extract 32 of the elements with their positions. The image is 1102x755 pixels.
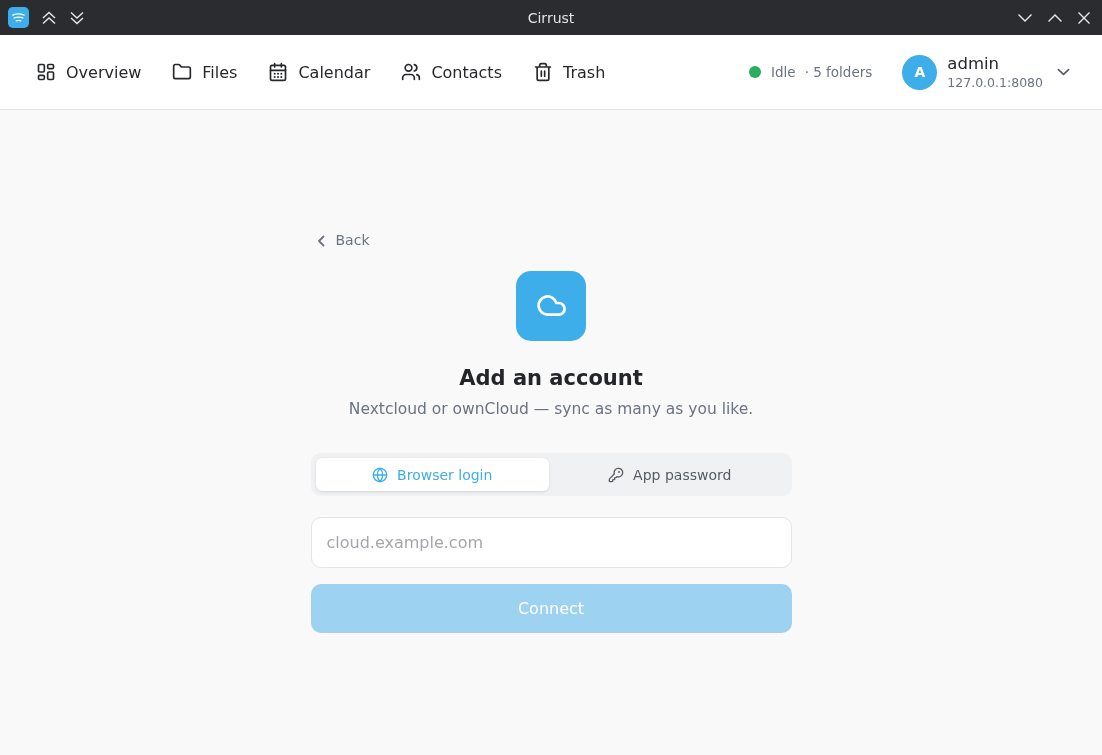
nav-item[interactable]: Trash	[533, 58, 610, 86]
page-heading: Add an account	[458, 365, 644, 392]
nav-item[interactable]: Contacts	[401, 58, 506, 86]
server-url-field[interactable]: cloud.example.com	[310, 517, 792, 568]
account-name: admin	[947, 53, 1001, 75]
page-subtitle: Nextcloud or ownCloud — sync as many as you like.	[347, 399, 755, 420]
key-icon	[608, 466, 625, 483]
folder-count: · 5 folders	[804, 64, 873, 80]
login-method-tab[interactable]: App password	[553, 458, 787, 491]
trash-icon	[533, 62, 553, 82]
status-text: Idle	[771, 64, 796, 80]
maximize-icon[interactable]	[1047, 12, 1063, 23]
chevrons-up-icon[interactable]	[41, 10, 57, 25]
folder-icon	[172, 62, 193, 82]
app-logo-icon[interactable]	[8, 7, 29, 28]
status-dot-icon	[749, 66, 762, 78]
chevron-left-icon	[316, 234, 325, 247]
close-icon[interactable]	[1077, 10, 1091, 25]
minimize-icon[interactable]	[1017, 12, 1033, 23]
calendar-icon	[268, 62, 289, 82]
nav-item[interactable]: Files	[172, 58, 242, 86]
people-icon	[401, 62, 422, 82]
cloud-icon	[516, 271, 586, 341]
dashboard-icon	[36, 62, 56, 82]
chevron-down-icon[interactable]	[1057, 68, 1070, 76]
globe-icon	[372, 466, 389, 483]
nav-item[interactable]: Overview	[36, 58, 146, 86]
window-title: Cirrust	[527, 9, 575, 26]
server-address: 127.0.0.1:8080	[947, 74, 1043, 91]
back-link[interactable]: Back	[316, 232, 370, 249]
nav-item[interactable]: Calendar	[268, 58, 375, 86]
chevrons-down-icon[interactable]	[69, 10, 85, 25]
